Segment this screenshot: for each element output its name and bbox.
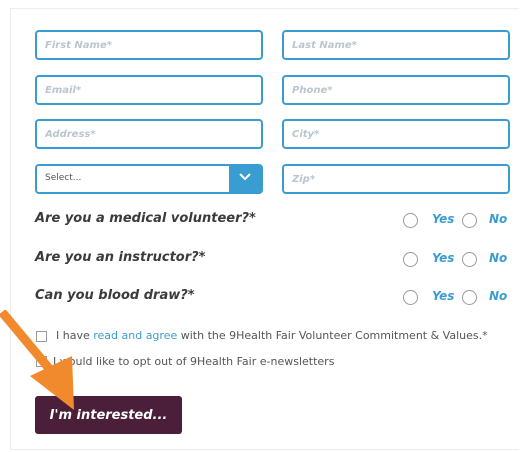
question-blood-draw: Can you blood draw?*	[35, 288, 195, 303]
email-field[interactable]	[35, 75, 263, 105]
radio-yes-label: Yes	[432, 212, 455, 226]
radio-no-label: No	[489, 212, 508, 226]
radio-no-blood-draw[interactable]	[462, 290, 477, 305]
phone-field[interactable]	[282, 75, 510, 105]
radio-yes-label: Yes	[432, 251, 455, 265]
radio-no-medical[interactable]	[462, 213, 477, 228]
radio-yes-blood-draw[interactable]	[403, 290, 418, 305]
city-field[interactable]	[282, 119, 510, 149]
consent-text: I have read and agree with the 9Health F…	[56, 329, 488, 342]
radio-no-instructor[interactable]	[462, 252, 477, 267]
radio-yes-medical[interactable]	[403, 213, 418, 228]
radio-no-label: No	[489, 289, 508, 303]
radio-no-label: No	[489, 251, 508, 265]
consent-suffix: with the 9Health Fair Volunteer Commitme…	[180, 329, 488, 342]
zip-field[interactable]	[282, 164, 510, 194]
optout-text: I would like to opt out of 9Health Fair …	[53, 355, 335, 368]
radio-yes-label: Yes	[432, 289, 455, 303]
state-select[interactable]: Select...	[35, 164, 263, 194]
radio-yes-instructor[interactable]	[403, 252, 418, 267]
chevron-down-icon[interactable]	[229, 166, 261, 192]
first-name-field[interactable]	[35, 30, 263, 60]
question-medical-volunteer: Are you a medical volunteer?*	[35, 211, 256, 226]
last-name-field[interactable]	[282, 30, 510, 60]
arrow-icon	[0, 310, 74, 410]
address-field[interactable]	[35, 119, 263, 149]
read-and-agree-link[interactable]: read and agree	[93, 329, 177, 342]
question-instructor: Are you an instructor?*	[35, 250, 206, 265]
state-select-value: Select...	[45, 173, 82, 183]
